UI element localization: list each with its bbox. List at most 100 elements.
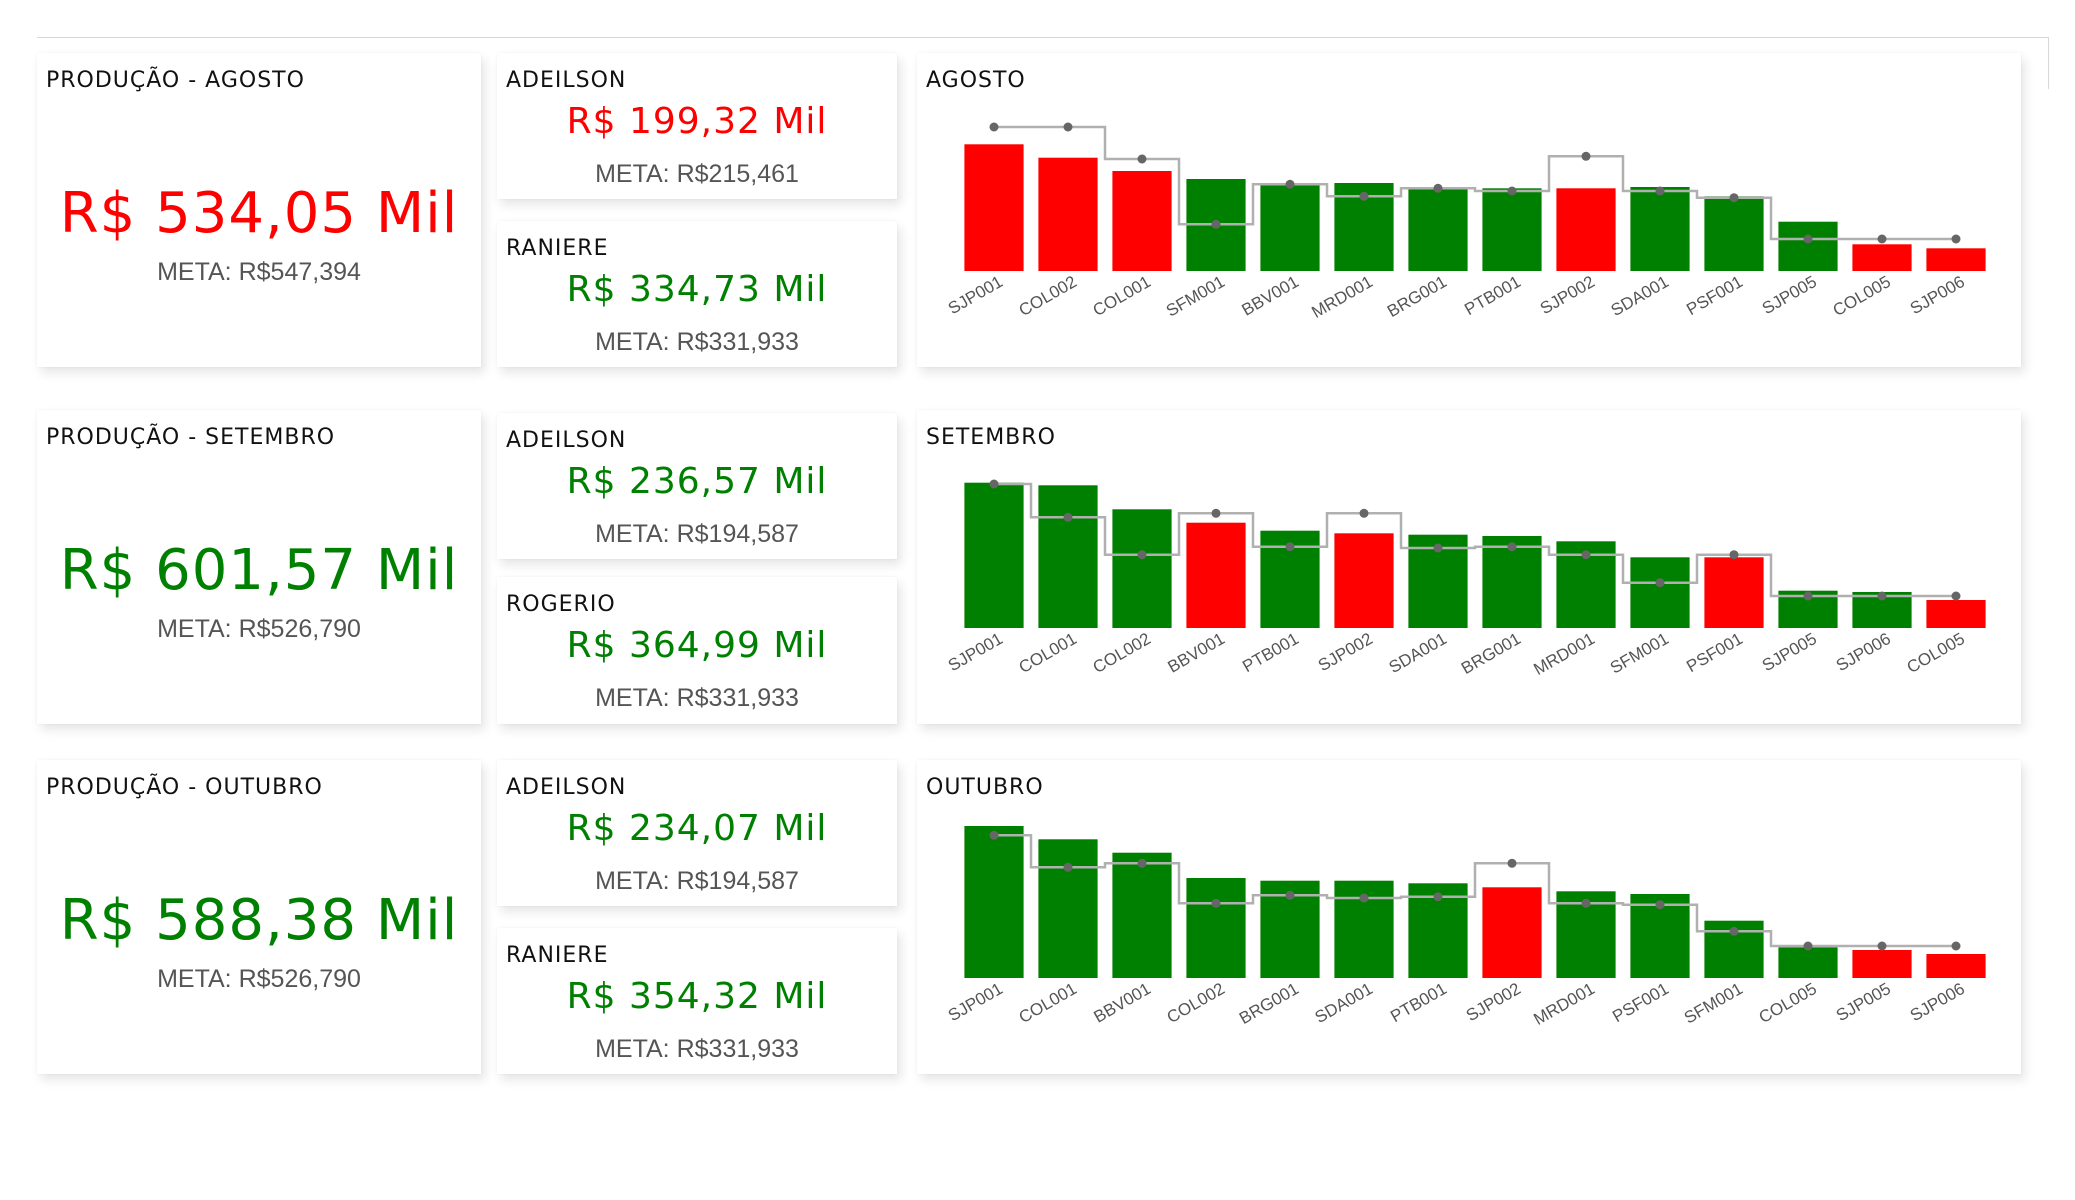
target-marker-col005 (1803, 941, 1813, 951)
total-card-title: PRODUÇÃO - AGOSTO (46, 68, 305, 93)
target-marker-sjp001 (989, 830, 999, 840)
target-marker-sjp005 (1877, 941, 1887, 951)
bar-col001 (1038, 839, 1098, 978)
person-meta: META: R$331,933 (595, 328, 799, 356)
bar-col001 (1112, 171, 1172, 271)
chart-card-setembro: SETEMBRO SJP001 COL001 COL002 BBV001 PTB001 S… (917, 410, 2021, 724)
target-marker-bbv001 (1211, 508, 1221, 518)
tick-label-sjp002: SJP002 (1463, 979, 1524, 1025)
total-card-title: PRODUÇÃO - SETEMBRO (46, 425, 336, 450)
total-card-title: PRODUÇÃO - OUTUBRO (46, 775, 323, 800)
person-name: RANIERE (506, 943, 609, 968)
bar-col005 (1778, 947, 1838, 978)
tick-label-sda001: SDA001 (1608, 272, 1672, 320)
tick-label-bbv001: BBV001 (1090, 979, 1154, 1027)
person-value: R$ 354,32 Mil (566, 976, 828, 1017)
bar-bbv001 (1260, 183, 1320, 271)
target-marker-sjp006 (1877, 591, 1887, 601)
bar-col002 (1112, 509, 1172, 628)
bar-sjp002 (1556, 188, 1616, 271)
tick-label-col005: COL005 (1904, 629, 1968, 677)
tick-label-mrd001: MRD001 (1530, 629, 1598, 679)
bar-sjp002 (1482, 887, 1542, 978)
tick-label-bbv001: BBV001 (1164, 629, 1228, 677)
target-marker-col002 (1137, 550, 1147, 560)
tick-label-sjp006: SJP006 (1907, 272, 1968, 318)
tick-label-col002: COL002 (1090, 629, 1154, 677)
bar-psf001 (1704, 557, 1764, 628)
bar-sjp006 (1926, 248, 1986, 271)
target-marker-sfm001 (1729, 926, 1739, 936)
tick-label-sda001: SDA001 (1312, 979, 1376, 1027)
target-marker-psf001 (1655, 900, 1665, 910)
target-marker-sjp002 (1359, 508, 1369, 518)
bar-col001 (1038, 485, 1098, 628)
bar-col005 (1926, 600, 1986, 628)
bar-sjp005 (1852, 950, 1912, 978)
person-meta: META: R$215,461 (595, 160, 799, 188)
person-card-rogerio-setembro: ROGERIO R$ 364,99 Mil META: R$331,933 (497, 577, 897, 724)
tick-label-sda001: SDA001 (1386, 629, 1450, 677)
target-marker-sjp001 (989, 122, 999, 132)
target-marker-sjp002 (1507, 858, 1517, 868)
tick-label-col005: COL005 (1830, 272, 1894, 320)
person-name: ADEILSON (506, 775, 627, 800)
target-marker-sfm001 (1211, 219, 1221, 229)
tick-label-sjp006: SJP006 (1907, 979, 1968, 1025)
person-meta: META: R$331,933 (595, 1035, 799, 1063)
tick-label-mrd001: MRD001 (1308, 272, 1376, 322)
total-card-setembro: PRODUÇÃO - SETEMBRO R$ 601,57 Mil META: … (37, 410, 481, 724)
person-card-adeilson-agosto: ADEILSON R$ 199,32 Mil META: R$215,461 (497, 53, 897, 199)
person-name: ROGERIO (506, 592, 616, 617)
bar-chart-agosto: SJP001 COL002 COL001 SFM001 BBV001 MRD001 BRG0… (945, 122, 1986, 322)
person-name: ADEILSON (506, 428, 627, 453)
bar-sjp005 (1778, 221, 1838, 271)
target-marker-col002 (1063, 122, 1073, 132)
tick-label-sjp001: SJP001 (945, 629, 1006, 675)
target-marker-mrd001 (1581, 550, 1591, 560)
target-marker-col001 (1063, 862, 1073, 872)
target-marker-bbv001 (1285, 179, 1295, 189)
person-name: RANIERE (506, 236, 609, 261)
tick-label-sjp002: SJP002 (1315, 629, 1376, 675)
bar-brg001 (1408, 187, 1468, 271)
bar-sjp001 (964, 826, 1024, 978)
target-marker-brg001 (1507, 542, 1517, 552)
tick-label-ptb001: PTB001 (1461, 272, 1524, 319)
chart-card-outubro: OUTUBRO SJP001 COL001 BBV001 COL002 BRG001 SD… (917, 760, 2021, 1074)
tick-label-sjp001: SJP001 (945, 979, 1006, 1025)
target-marker-ptb001 (1507, 186, 1517, 196)
bar-sjp002 (1334, 533, 1394, 628)
target-marker-sda001 (1359, 893, 1369, 903)
total-card-agosto: PRODUÇÃO - AGOSTO R$ 534,05 Mil META: R$… (37, 53, 481, 367)
tick-label-col001: COL001 (1090, 272, 1154, 320)
total-meta: META: R$526,790 (157, 615, 361, 643)
tick-label-col002: COL002 (1016, 272, 1080, 320)
person-card-adeilson-outubro: ADEILSON R$ 234,07 Mil META: R$194,587 (497, 760, 897, 906)
tick-label-brg001: BRG001 (1384, 272, 1450, 321)
tick-label-col005: COL005 (1756, 979, 1820, 1027)
person-value: R$ 364,99 Mil (566, 625, 828, 666)
target-marker-ptb001 (1285, 542, 1295, 552)
tick-label-sjp006: SJP006 (1833, 629, 1894, 675)
bar-sjp001 (964, 482, 1024, 628)
target-marker-col001 (1063, 512, 1073, 522)
tick-label-ptb001: PTB001 (1239, 629, 1302, 676)
target-marker-sjp005 (1803, 591, 1813, 601)
tick-label-sjp001: SJP001 (945, 272, 1006, 318)
bar-chart-setembro: SJP001 COL001 COL002 BBV001 PTB001 SJP002 SDA0… (945, 479, 1986, 679)
person-meta: META: R$194,587 (595, 520, 799, 548)
target-marker-sjp005 (1803, 234, 1813, 244)
tick-label-bbv001: BBV001 (1238, 272, 1302, 320)
bar-sjp001 (964, 144, 1024, 271)
tick-label-psf001: PSF001 (1683, 272, 1746, 319)
bar-sda001 (1630, 187, 1690, 271)
target-marker-sjp001 (989, 479, 999, 489)
total-value: R$ 588,38 Mil (59, 888, 459, 953)
bar-sjp006 (1926, 954, 1986, 978)
bar-psf001 (1704, 196, 1764, 271)
target-marker-sjp006 (1951, 234, 1961, 244)
tick-label-col001: COL001 (1016, 979, 1080, 1027)
tick-label-sjp005: SJP005 (1759, 629, 1820, 675)
target-marker-psf001 (1729, 193, 1739, 203)
